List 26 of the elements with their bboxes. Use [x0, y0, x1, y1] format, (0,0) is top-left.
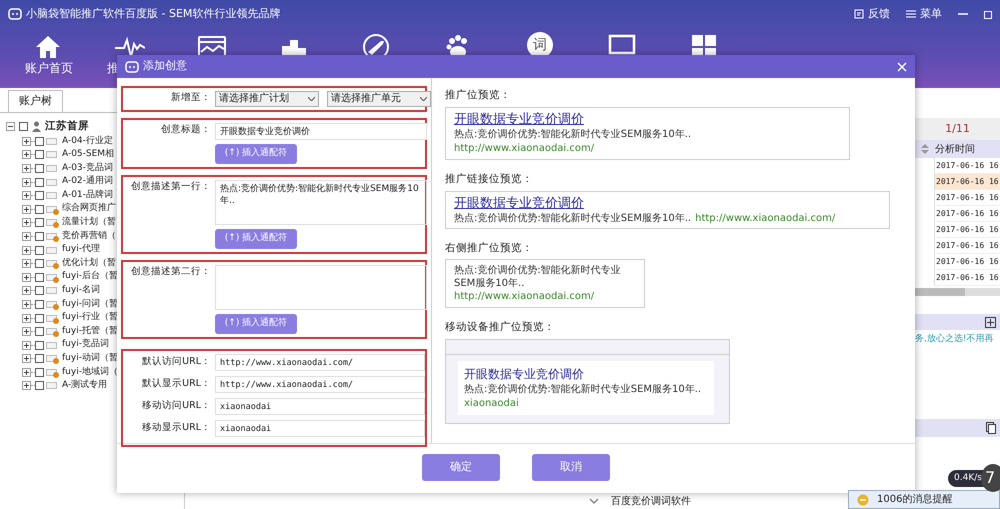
- field-label: 移动访问URL：: [141, 399, 211, 414]
- dialog-title: 添加创意: [143, 58, 187, 74]
- speed-badge: 7: [981, 464, 1000, 492]
- field-label: 创意标题：: [160, 123, 211, 137]
- field-label: 移动显示URL：: [141, 421, 211, 436]
- field-label: 创意描述第一行：: [130, 180, 211, 194]
- field-label: 默认显示URL：: [141, 377, 211, 392]
- field-label: 默认访问URL：: [141, 355, 211, 370]
- ad-description: 热点:竞价调价优势:智能化新时代专业SEM服务10年..: [454, 265, 621, 290]
- field-label: 新增至：: [170, 91, 211, 105]
- ad-url: http://www.xiaonaodai.com/: [454, 142, 596, 156]
- preview-label: 推广位预览：: [445, 88, 512, 103]
- ad-description: 热点:竞价调价优势:智能化新时代专业SEM服务10年..: [454, 212, 692, 224]
- window-title: 小脑袋智能推广软件百度版 - SEM软件行业领先品牌: [26, 6, 280, 22]
- preview-label: 推广链接位预览：: [445, 172, 534, 187]
- ad-url: xiaonaodai: [464, 397, 520, 411]
- page-counter: 1/11: [945, 120, 970, 137]
- ad-description: 热点:竞价调价优势:智能化新时代专业SEM服务10年..: [454, 128, 692, 141]
- ad-url: http://www.xiaonaodai.com/: [695, 212, 836, 224]
- preview-label: 右侧推广位预览：: [445, 240, 534, 256]
- snippet-text: 务,放心之选!不用再: [915, 333, 994, 346]
- ad-url: http://www.xiaonaodai.com/: [454, 291, 594, 302]
- list-text: 百度竞价调词软件: [611, 494, 691, 508]
- preview-label: 移动设备推广位预览：: [445, 320, 556, 336]
- field-label: 创意描述第二行：: [130, 265, 211, 279]
- ad-description: 热点:竞价调价优势:智能化新时代专业SEM服务10年..: [464, 383, 702, 396]
